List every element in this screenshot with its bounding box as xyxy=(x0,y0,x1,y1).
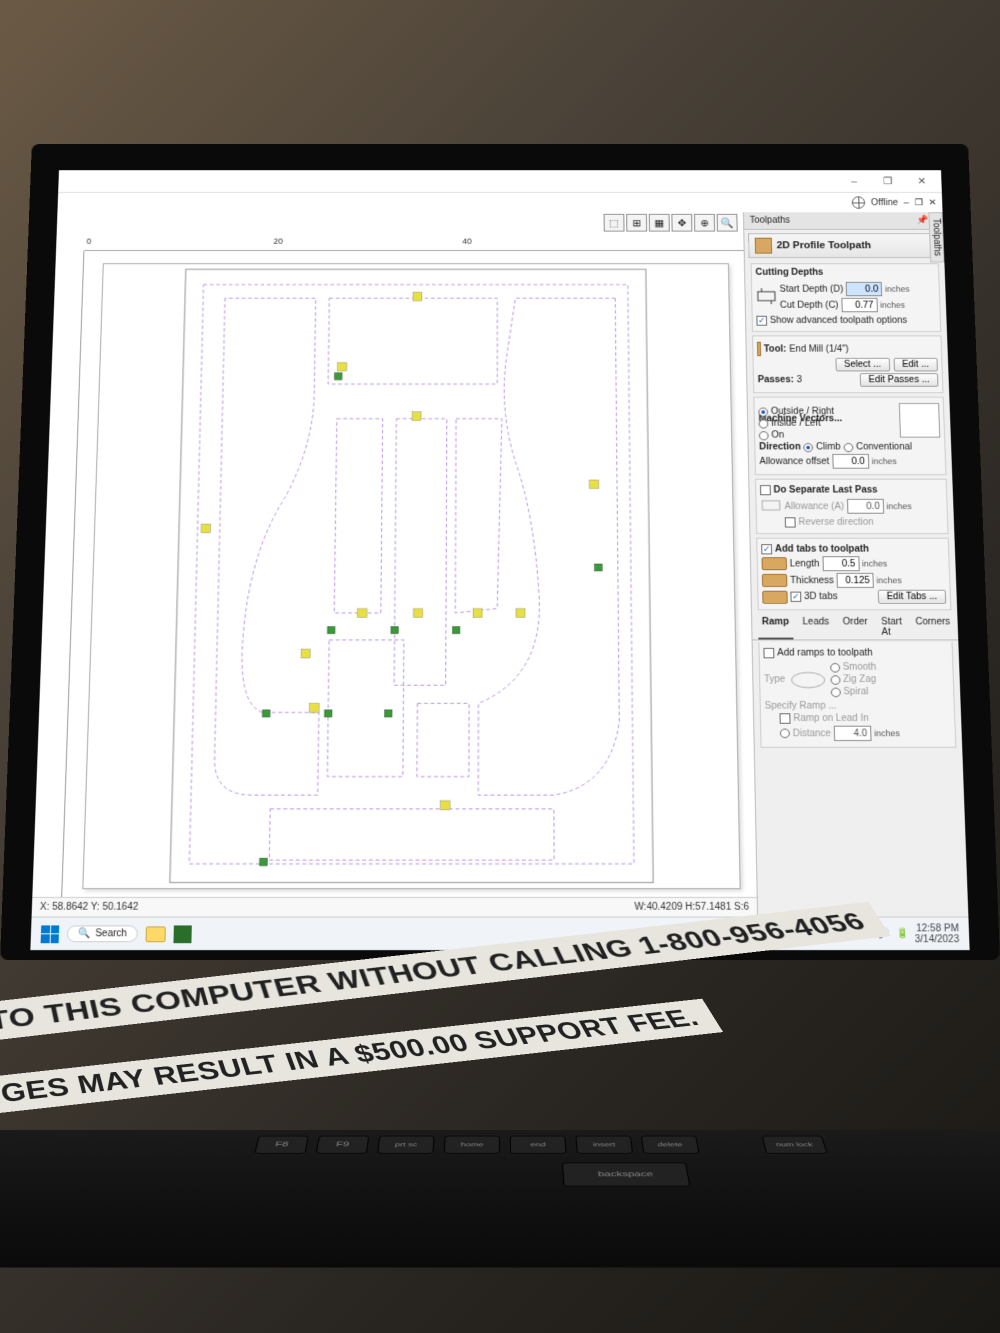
cut-depth-label: Cut Depth (C) xyxy=(780,300,839,310)
inside-radio[interactable] xyxy=(759,419,769,428)
advanced-options-checkbox[interactable] xyxy=(756,316,767,326)
tab-order[interactable]: Order xyxy=(839,615,872,639)
toolpaths-side-tab[interactable]: Toolpaths xyxy=(928,212,944,262)
edit-tabs-button[interactable]: Edit Tabs ... xyxy=(878,590,947,604)
app-icon[interactable] xyxy=(174,925,192,943)
tab-3d-icon xyxy=(762,590,788,603)
tab-length-input[interactable] xyxy=(822,556,859,571)
selection-whs: W:40.4209 H:57.1481 S:6 xyxy=(634,902,749,913)
depth-icon xyxy=(756,286,777,307)
window-titlebar: – ❐ ✕ xyxy=(58,170,942,193)
ramp-leadin-checkbox xyxy=(780,713,791,723)
globe-icon xyxy=(852,196,866,208)
vectors-preview xyxy=(899,403,940,438)
start-depth-input[interactable] xyxy=(846,282,882,296)
view-tool-2[interactable]: ⊞ xyxy=(626,214,647,232)
doc-restore-button[interactable]: ❐ xyxy=(914,198,923,208)
tab-ramp[interactable]: Ramp xyxy=(758,615,793,639)
doc-close-button[interactable]: ✕ xyxy=(928,198,936,208)
view-tool-grid[interactable]: ▦ xyxy=(649,214,670,232)
advanced-options-label: Show advanced toolpath options xyxy=(770,316,908,326)
tab-startat[interactable]: Start At xyxy=(877,615,906,639)
machine-vectors-group: Machine Vectors... Outside / Right Insid… xyxy=(753,397,946,475)
search-icon: 🔍 xyxy=(78,928,91,939)
tab-markers xyxy=(194,292,601,810)
add-ramps-checkbox[interactable] xyxy=(763,648,774,658)
tab-thickness-input[interactable] xyxy=(837,573,874,588)
last-pass-group: Do Separate Last Pass Allowance (A) inch… xyxy=(755,479,949,534)
allowance-input[interactable] xyxy=(832,454,869,469)
profile-toolpath-icon xyxy=(755,238,772,254)
view-tool-1[interactable]: ⬚ xyxy=(604,214,625,232)
lastpass-icon xyxy=(760,497,782,515)
design-canvas[interactable] xyxy=(82,263,740,889)
taskbar-search[interactable]: 🔍 Search xyxy=(67,925,139,942)
laptop-keyboard: F8 F9 prt sc home end insert delete num … xyxy=(0,1130,1000,1267)
window-minimize-button[interactable]: – xyxy=(838,171,870,190)
add-tabs-checkbox[interactable] xyxy=(761,544,772,554)
sub-tabs: Ramp Leads Order Start At Corners xyxy=(752,612,958,640)
ramp-spiral-radio xyxy=(830,687,840,696)
panel-title: Toolpaths xyxy=(750,216,791,226)
canvas-statusbar: X: 58.8642 Y: 50.1642 W:40.4209 H:57.148… xyxy=(32,897,758,917)
window-close-button[interactable]: ✕ xyxy=(905,171,938,190)
clock-time: 12:58 PM xyxy=(914,923,959,934)
passes-value: 3 xyxy=(797,375,803,385)
last-allowance-input xyxy=(847,499,884,514)
search-placeholder: Search xyxy=(95,928,127,939)
view-tool-center[interactable]: ⊕ xyxy=(694,214,715,232)
start-button[interactable] xyxy=(41,925,60,943)
separate-last-pass-checkbox[interactable] xyxy=(760,485,771,495)
document-bar: Offline – ❐ ✕ xyxy=(57,193,942,212)
panel-pin-icon[interactable]: 📌 xyxy=(916,216,928,226)
tool-group: Tool: End Mill (1/4") Select ... Edit ..… xyxy=(752,335,943,393)
endmill-icon xyxy=(757,342,761,356)
tab-leads[interactable]: Leads xyxy=(799,615,834,639)
ramp-distance-radio xyxy=(780,729,790,739)
doc-minimize-button[interactable]: – xyxy=(904,198,910,208)
design-canvas-area: ⬚ ⊞ ▦ ✥ ⊕ 🔍 0 20 40 xyxy=(32,212,758,916)
ramp-distance-input xyxy=(834,726,872,741)
reverse-direction-checkbox xyxy=(785,517,796,527)
cut-depth-input[interactable] xyxy=(841,298,877,312)
tool-edit-button[interactable]: Edit ... xyxy=(893,358,938,372)
node-markers xyxy=(260,373,605,866)
edit-passes-button[interactable]: Edit Passes ... xyxy=(860,373,939,387)
ramp-group: Add ramps to toolpath Type Smooth Zig Za… xyxy=(758,642,956,747)
outside-radio[interactable] xyxy=(758,407,768,416)
tool-select-button[interactable]: Select ... xyxy=(835,358,890,372)
vertical-ruler xyxy=(44,251,84,897)
view-tool-pan[interactable]: ✥ xyxy=(671,214,692,232)
tab-length-icon xyxy=(762,557,787,570)
clock-date: 3/14/2023 xyxy=(915,934,960,945)
on-radio[interactable] xyxy=(759,431,769,440)
toolpaths-panel: Toolpaths 📌 ? 2D Profile Toolpath Cuttin… xyxy=(743,212,968,916)
file-explorer-icon[interactable] xyxy=(146,926,166,942)
ramp-zigzag-radio xyxy=(830,675,840,684)
climb-radio[interactable] xyxy=(804,443,814,452)
horizontal-ruler: 0 20 40 xyxy=(84,235,743,251)
conventional-radio[interactable] xyxy=(843,443,853,452)
allowance-label: Allowance offset xyxy=(759,456,829,466)
app-window: – ❐ ✕ Offline – ❐ ✕ ⬚ ⊞ ▦ ✥ ⊕ 🔍 0 20 40 xyxy=(30,170,969,950)
cursor-xy: X: 58.8642 Y: 50.1642 xyxy=(40,902,139,913)
cutting-depths-group: Cutting Depths Start Depth (D) inches Cu… xyxy=(751,263,942,332)
tabs-group: Add tabs to toolpath Length inches Thick… xyxy=(756,538,951,611)
offline-status: Offline xyxy=(871,198,898,208)
ramp-smooth-radio xyxy=(830,663,840,672)
vector-artwork xyxy=(83,264,739,888)
toolpath-type-header: 2D Profile Toolpath xyxy=(748,233,940,258)
3d-tabs-checkbox[interactable] xyxy=(790,592,801,602)
view-toolbar: ⬚ ⊞ ▦ ✥ ⊕ 🔍 xyxy=(604,214,738,232)
specify-ramp-label: Specify Ramp ... xyxy=(765,701,951,711)
start-depth-label: Start Depth (D) xyxy=(779,284,843,294)
window-maximize-button[interactable]: ❐ xyxy=(872,171,905,190)
tab-corners[interactable]: Corners xyxy=(911,615,954,639)
ramp-type-icon xyxy=(788,667,828,692)
tab-thickness-icon xyxy=(762,574,788,587)
view-tool-zoom[interactable]: 🔍 xyxy=(717,214,738,232)
tool-name: End Mill (1/4") xyxy=(789,344,849,354)
battery-icon[interactable]: 🔋 xyxy=(896,928,909,939)
